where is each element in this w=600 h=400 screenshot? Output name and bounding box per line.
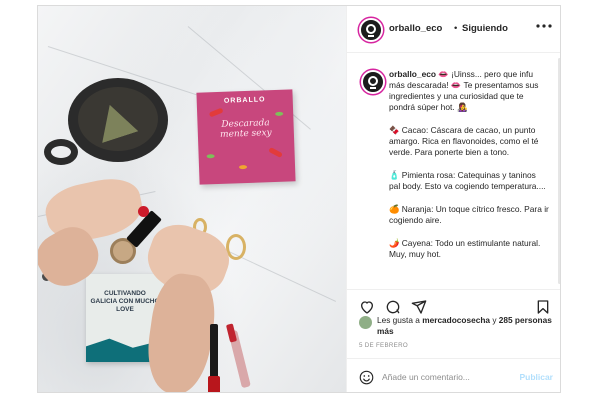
post-details-panel: orballo_eco • Siguiendo orballo_eco 👄 ¡U…: [346, 6, 560, 392]
caption-item: 🍊 Naranja: Un toque cítrico fresco. Para…: [389, 204, 549, 225]
mug-handle: [44, 139, 78, 165]
likes-prefix: Les gusta a: [377, 315, 423, 325]
post-photo[interactable]: ORBALLO Descarada mente sexy CULTIVANDO …: [38, 6, 346, 392]
comment-bar: Publicar: [347, 358, 560, 392]
orange-illustration: [238, 164, 248, 170]
caption-area[interactable]: orballo_eco 👄 ¡Uinss... pero que infu má…: [347, 54, 560, 289]
leaf-illustration: [275, 111, 284, 116]
caption-item: 🧴 Pimienta rosa: Catequinas y taninos pa…: [389, 170, 546, 191]
caption-item: 🍫 Cacao: Cáscara de cacao, un punto amar…: [389, 125, 539, 157]
bookmark-icon[interactable]: [535, 299, 551, 315]
leaf-illustration: [206, 154, 215, 159]
liker-avatar[interactable]: [359, 316, 372, 329]
chili-illustration: [268, 146, 283, 158]
follow-status-button[interactable]: Siguiendo: [462, 23, 508, 34]
liker-username-link[interactable]: mercadocosecha: [422, 315, 490, 325]
smile-icon[interactable]: [359, 370, 374, 385]
post-header: orballo_eco • Siguiendo: [347, 6, 560, 53]
comment-input[interactable]: [382, 369, 512, 385]
separator-dot: •: [454, 23, 458, 34]
likes-text: Les gusta a mercadocosecha y 285 persona…: [377, 315, 557, 337]
share-icon[interactable]: [411, 299, 427, 315]
caption-text: orballo_eco 👄 ¡Uinss... pero que infu má…: [389, 69, 549, 272]
likes-middle: y: [490, 315, 499, 325]
caption-intro: orballo_eco 👄 ¡Uinss... pero que infu má…: [389, 69, 549, 113]
lipstick-tip: [138, 206, 149, 217]
book-title: CULTIVANDO GALICIA CON MUCHO LOVE: [90, 290, 160, 313]
username-link[interactable]: orballo_eco: [389, 23, 442, 34]
caption-item: 🌶️ Cayena: Todo un estimulante natural. …: [389, 238, 541, 259]
publish-button[interactable]: Publicar: [519, 372, 553, 382]
mascara-cap: [208, 376, 220, 392]
post-date[interactable]: 5 DE FEBRERO: [359, 342, 408, 349]
heart-icon[interactable]: [359, 299, 375, 315]
instagram-post: ORBALLO Descarada mente sexy CULTIVANDO …: [37, 5, 561, 393]
caption-scrollbar[interactable]: [558, 58, 560, 284]
caption-avatar[interactable]: [361, 70, 385, 94]
tea-box-brand: ORBALLO: [223, 96, 266, 105]
tea-box: ORBALLO Descarada mente sexy: [196, 89, 296, 185]
tea-box-script: Descarada mente sexy: [219, 118, 272, 140]
avatar[interactable]: [359, 18, 383, 42]
comment-icon[interactable]: [385, 299, 401, 315]
caption-username-link[interactable]: orballo_eco: [389, 69, 436, 79]
more-horizontal-icon[interactable]: [535, 20, 553, 32]
chili-illustration: [208, 107, 224, 118]
